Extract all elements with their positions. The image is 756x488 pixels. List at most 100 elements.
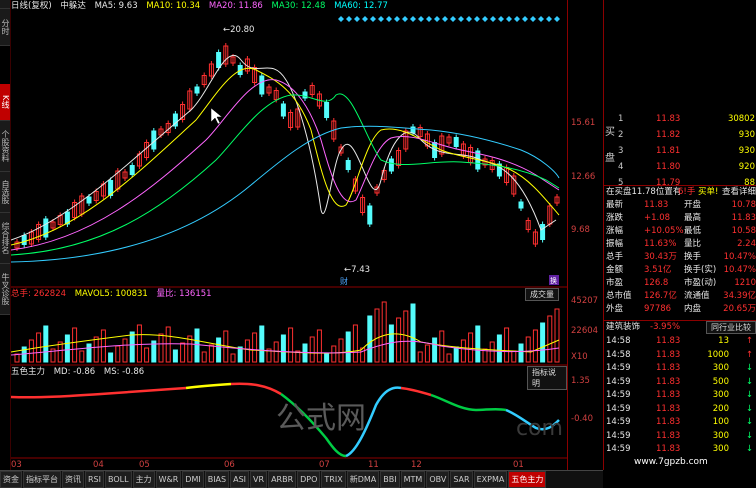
vol-tick-2: 22604 [571,326,599,336]
volume-bar [424,344,430,363]
indicator-tab[interactable]: BIAS [204,471,230,488]
tick-row: 14:59 11.83 500 ↓ [606,376,753,387]
sidebar-tab-kline[interactable]: K线 [0,84,10,121]
indicator-tab[interactable]: BBI [380,471,400,488]
indicator-tab[interactable]: TRIX [321,471,346,488]
volume-bar [280,334,286,363]
indicator-tab[interactable]: EXPMA [473,471,508,488]
volume-header: 总手: 262824 MAVOL5: 100831 量比: 136151 [11,288,218,300]
arrow-down-icon: ↓ [745,444,753,454]
indicator-tab[interactable]: 资金 [0,471,22,488]
arrow-up-icon: ↑ [745,336,753,346]
indicator-tab[interactable]: 指标平台 [23,471,61,488]
indicator-tab[interactable]: VR [250,471,268,488]
bid-row[interactable]: 4 11.80 920 [604,161,756,174]
indicator-tab[interactable]: DMI [182,471,204,488]
sidebar-tab-diagnosis[interactable]: 牛叉诊股 [0,264,10,315]
ma-lines [11,54,560,263]
notice-row[interactable]: 在买盘11.78位置有 6!手 买单! 查看详细 [604,185,756,199]
volume-bar [86,343,92,363]
total-volume: 总手: 262824 [11,289,67,299]
volume-bar [540,322,546,363]
bid-row[interactable]: 1 11.83 30802 [604,113,756,126]
tick-row: 14:59 11.83 100 ↓ [606,417,753,427]
volume-bar [547,315,553,363]
volume-bar [511,350,517,363]
tick-row: 14:59 11.83 300 ↓ [606,430,753,441]
chart-area[interactable]: 日线(复权) 中躲达 MA5: 9.63 MA10: 10.34 MA20: 1… [11,0,567,470]
ms-value: MS: -0.86 [103,367,145,377]
volume-button[interactable]: 成交量 [525,288,559,301]
indicator-tab[interactable]: W&R [155,471,182,488]
stat-row: 最新 11.83 开盘 10.78 [606,200,756,210]
stat-row: 涨跌 +1.08 最高 11.83 [606,213,756,223]
svg-text:06: 06 [224,460,235,470]
bid-row[interactable]: 3 11.81 930 [604,145,756,158]
volume-bar [79,350,85,363]
volume-bar [208,344,214,363]
volume-bar [100,329,106,363]
sector-compare-button[interactable]: 同行业比较 [706,321,756,334]
sidebar-tab-timeshare[interactable]: 分时 [0,9,10,46]
watermark-com: com [516,416,563,441]
axis-tick-1: 15.61 [571,118,596,128]
volume-bar [244,339,250,363]
sidebar-tab-watchlist[interactable]: 自选股 [0,172,10,213]
volume-bar [180,342,186,363]
indicator-tab[interactable]: OBV [426,471,450,488]
volume-bar [381,301,387,363]
indicator-tab[interactable]: DPO [297,471,321,488]
volume-bar [273,341,279,363]
sidebar-tab-profile[interactable]: 个股资料 [0,121,10,172]
volume-bar [417,351,423,363]
arrow-down-icon: ↓ [745,390,753,400]
mouse-cursor-icon [210,107,223,125]
indicator-tab[interactable]: ASI [230,471,250,488]
volume-bar [237,346,243,363]
left-sidebar: 分时 K线 个股资料 自选股 综合排名 牛叉诊股 [0,0,11,470]
price-axis: 15.61 12.66 9.68 45207 22604 X10 1.35 -0… [567,0,604,470]
arrow-down-icon: ↓ [745,363,753,373]
price-chart-svg[interactable]: ←20.80 ←7.43 财 换 公式网 com 03 04 05 06 07 … [11,0,567,470]
volume-bar [14,353,20,363]
svg-text:04: 04 [93,460,104,470]
stat-row: 振幅 11.63% 量比 2.24 [606,239,756,249]
volume-bar [252,332,258,363]
indicator-tab[interactable]: SAR [450,471,473,488]
ind-tick-2: -0.40 [571,414,593,424]
sidebar-top-icon[interactable] [0,0,10,9]
indicator-help-button[interactable]: 指标说明 [527,366,567,390]
volume-bar [158,333,164,363]
volume-bars [14,301,560,363]
indicator-tab[interactable]: RSI [85,471,104,488]
axis-tick-2: 12.66 [571,172,596,182]
tick-row: 14:58 11.83 1000 ↑ [606,349,753,360]
volume-bar [144,347,150,363]
indicator-tab[interactable]: BOLL [105,471,132,488]
ind-tick-1: 1.35 [571,376,590,386]
arrow-down-icon: ↓ [745,417,753,427]
indicator-tab[interactable]: 资讯 [62,471,84,488]
indicator-tab[interactable]: MTM [400,471,426,488]
sector-row[interactable]: 建筑装饰 -3.95% 同行业比较 [604,320,756,334]
indicator-tab[interactable]: 新DMA [346,471,380,488]
bid-row[interactable]: 2 11.82 930 [604,129,756,142]
indicator-tab[interactable]: ARBR [268,471,297,488]
tick-row: 14:58 11.83 13 ↑ [606,336,753,346]
volume-bar [518,343,524,363]
indicator-tab[interactable]: 主力 [132,471,155,488]
svg-text:05: 05 [139,460,150,470]
volume-bar [93,336,99,363]
volume-bar [554,308,560,363]
signal-diamonds [338,16,560,22]
ma60-line [11,125,560,263]
cai-marker[interactable]: 财 [340,276,348,286]
volume-bar [432,337,438,363]
sidebar-tab-ranking[interactable]: 综合排名 [0,213,10,264]
svg-text:12: 12 [411,460,422,470]
volume-bar [403,310,409,363]
volume-bar [453,346,459,363]
indicator-tab[interactable]: 五色主力 [508,471,547,488]
volume-bar [194,328,200,363]
quote-panel: 买 盘 1 11.83 30802 2 11.82 930 3 11.81 930 4… [603,0,756,470]
